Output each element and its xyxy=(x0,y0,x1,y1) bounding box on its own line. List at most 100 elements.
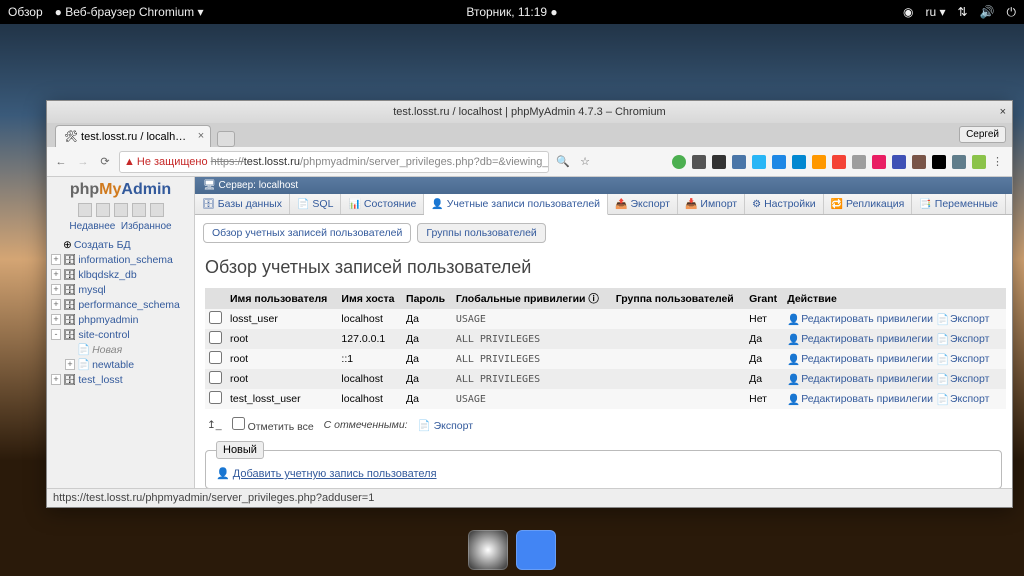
table-link[interactable]: newtable xyxy=(92,359,134,371)
active-app[interactable]: ● Веб-браузер Chromium ▾ xyxy=(55,5,204,19)
ext-icon[interactable] xyxy=(832,155,846,169)
ext-icon[interactable] xyxy=(792,155,806,169)
ext-icon[interactable] xyxy=(672,155,686,169)
col-group[interactable]: Группа пользователей xyxy=(612,288,745,309)
edit-priv-link[interactable]: 👤Редактировать привилегии xyxy=(787,333,933,345)
main-tab[interactable]: 🔁Репликация xyxy=(824,194,913,214)
dock-app[interactable] xyxy=(516,530,556,570)
main-tab[interactable]: 👤Учетные записи пользователей xyxy=(424,194,608,215)
expand-icon[interactable]: + xyxy=(51,284,61,295)
row-checkbox[interactable] xyxy=(209,331,222,344)
help-icon[interactable]: ⓘ xyxy=(588,293,599,305)
row-checkbox[interactable] xyxy=(209,351,222,364)
col-grant[interactable]: Grant xyxy=(745,288,783,309)
ext-icon[interactable] xyxy=(952,155,966,169)
ext-icon[interactable] xyxy=(712,155,726,169)
row-checkbox[interactable] xyxy=(209,311,222,324)
star-icon[interactable]: ☆ xyxy=(577,154,593,170)
export-user-link[interactable]: 📄Экспорт xyxy=(936,333,989,345)
main-tab[interactable]: 📤Экспорт xyxy=(608,194,678,214)
col-user[interactable]: Имя пользователя xyxy=(226,288,337,309)
db-link[interactable]: mysql xyxy=(78,284,105,296)
tab-close-icon[interactable]: × xyxy=(198,130,204,142)
col-priv[interactable]: Глобальные привилегии ⓘ xyxy=(452,288,612,309)
db-link[interactable]: klbqdskz_db xyxy=(78,269,136,281)
main-tab[interactable]: 🗄Базы данных xyxy=(195,194,290,214)
add-user-link[interactable]: Добавить учетную запись пользователя xyxy=(233,468,437,480)
edit-priv-link[interactable]: 👤Редактировать привилегии xyxy=(787,393,933,405)
main-tab[interactable]: 📥Импорт xyxy=(678,194,745,214)
reload-tree-icon[interactable] xyxy=(150,203,164,217)
lang-indicator[interactable]: ru ▾ xyxy=(925,5,945,19)
expand-icon[interactable]: + xyxy=(51,299,61,310)
row-checkbox[interactable] xyxy=(209,371,222,384)
recent-link[interactable]: Недавнее xyxy=(69,221,115,232)
favorites-link[interactable]: Избранное xyxy=(121,221,172,232)
export-user-link[interactable]: 📄Экспорт xyxy=(936,313,989,325)
profile-button[interactable]: Сергей xyxy=(959,126,1006,143)
col-host[interactable]: Имя хоста xyxy=(337,288,402,309)
new-tab-button[interactable] xyxy=(217,131,235,147)
edit-priv-link[interactable]: 👤Редактировать привилегии xyxy=(787,353,933,365)
overview-button[interactable]: Обзор xyxy=(8,5,43,19)
insecure-badge[interactable]: ▲ Не защищено xyxy=(124,156,208,168)
back-icon[interactable]: ← xyxy=(53,154,69,170)
main-tab[interactable]: 🔤Кодировки xyxy=(1006,194,1012,214)
expand-icon[interactable]: - xyxy=(51,329,61,340)
expand-icon[interactable]: + xyxy=(51,374,61,385)
export-user-link[interactable]: 📄Экспорт xyxy=(936,373,989,385)
ext-icon[interactable] xyxy=(752,155,766,169)
browser-tab[interactable]: 🛠 test.losst.ru / localh… × xyxy=(55,125,211,147)
menu-icon[interactable]: ⋮ xyxy=(992,155,1006,169)
subtab-groups[interactable]: Группы пользователей xyxy=(417,223,545,243)
subtab-overview[interactable]: Обзор учетных записей пользователей xyxy=(203,223,411,243)
check-all[interactable]: Отметить все xyxy=(232,417,314,433)
db-link[interactable]: test_losst xyxy=(78,374,122,386)
expand-icon[interactable]: + xyxy=(51,314,61,325)
ext-icon[interactable] xyxy=(912,155,926,169)
edit-priv-link[interactable]: 👤Редактировать привилегии xyxy=(787,373,933,385)
ext-icon[interactable] xyxy=(932,155,946,169)
ext-icon[interactable] xyxy=(852,155,866,169)
row-checkbox[interactable] xyxy=(209,391,222,404)
clock[interactable]: Вторник, 11:19 ● xyxy=(466,5,557,19)
ext-icon[interactable] xyxy=(732,155,746,169)
power-icon[interactable]: ⏻ xyxy=(1007,5,1017,20)
db-link[interactable]: performance_schema xyxy=(78,299,180,311)
server-breadcrumb[interactable]: 🖥 Сервер: localhost xyxy=(195,177,1012,194)
expand-icon[interactable]: + xyxy=(65,359,75,370)
ext-icon[interactable] xyxy=(892,155,906,169)
reload-icon[interactable]: ⟳ xyxy=(97,154,113,170)
export-user-link[interactable]: 📄Экспорт xyxy=(936,393,989,405)
main-tab[interactable]: 📊Состояние xyxy=(341,194,424,214)
edit-priv-link[interactable]: 👤Редактировать привилегии xyxy=(787,313,933,325)
omnibox[interactable]: ▲ Не защищено https://test.losst.ru/phpm… xyxy=(119,151,549,173)
volume-icon[interactable]: 🔊 xyxy=(980,5,995,19)
main-tab[interactable]: 📄SQL xyxy=(290,194,341,214)
ext-icon[interactable] xyxy=(692,155,706,169)
docs-icon[interactable] xyxy=(114,203,128,217)
export-selected[interactable]: 📄 Экспорт xyxy=(418,419,473,432)
db-link[interactable]: phpmyadmin xyxy=(78,314,138,326)
dock-app[interactable] xyxy=(468,530,508,570)
table-link[interactable]: Новая xyxy=(92,344,122,356)
expand-icon[interactable]: + xyxy=(51,254,61,265)
home-icon[interactable] xyxy=(78,203,92,217)
ext-icon[interactable] xyxy=(872,155,886,169)
ext-icon[interactable] xyxy=(772,155,786,169)
export-user-link[interactable]: 📄Экспорт xyxy=(936,353,989,365)
window-close-icon[interactable]: × xyxy=(1000,106,1006,118)
ext-icon[interactable] xyxy=(972,155,986,169)
ext-icon[interactable] xyxy=(812,155,826,169)
col-pwd[interactable]: Пароль xyxy=(402,288,452,309)
db-link[interactable]: information_schema xyxy=(78,254,173,266)
settings-icon[interactable] xyxy=(132,203,146,217)
logout-icon[interactable] xyxy=(96,203,110,217)
create-db-link[interactable]: Создать БД xyxy=(74,239,131,251)
main-tab[interactable]: ⚙Настройки xyxy=(745,194,823,214)
search-in-page-icon[interactable]: 🔍 xyxy=(555,154,571,170)
network-icon[interactable]: ⇅ xyxy=(957,5,967,19)
main-tab[interactable]: 📑Переменные xyxy=(912,194,1006,214)
expand-icon[interactable]: + xyxy=(51,269,61,280)
db-link[interactable]: site-control xyxy=(78,329,129,341)
